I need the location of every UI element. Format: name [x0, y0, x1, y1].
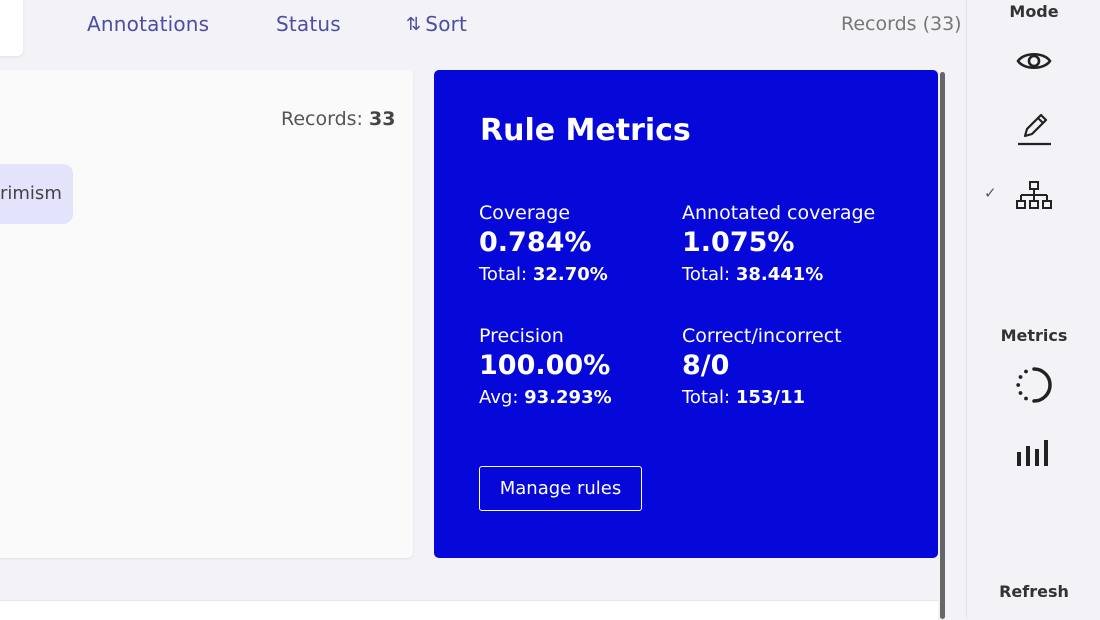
- manage-rules-button[interactable]: Manage rules: [479, 466, 642, 511]
- annotated-coverage-total: Total: 38.441%: [682, 264, 875, 285]
- records-total: Records (33): [841, 13, 962, 35]
- coverage-total: Total: 32.70%: [479, 264, 608, 285]
- coverage-total-value: 32.70%: [532, 264, 608, 285]
- scrollbar[interactable]: [940, 72, 945, 619]
- rule-metrics-panel: Rule Metrics Coverage 0.784% Total: 32.7…: [434, 70, 938, 558]
- pencil-icon[interactable]: [1014, 108, 1054, 148]
- records-count: Records: 33: [281, 108, 395, 130]
- annotated-coverage-metric: Annotated coverage 1.075% Total: 38.441%: [682, 202, 875, 285]
- sort-label: Sort: [425, 12, 468, 36]
- records-count-label: Records:: [281, 108, 363, 130]
- hierarchy-icon[interactable]: [1014, 176, 1054, 216]
- progress-circle-icon[interactable]: [1014, 365, 1054, 405]
- correct-incorrect-value: 8/0: [682, 350, 730, 381]
- metrics-heading: Metrics: [1000, 326, 1068, 345]
- refresh-heading[interactable]: Refresh: [967, 582, 1100, 601]
- coverage-total-label: Total:: [479, 264, 528, 285]
- right-sidebar: Mode ✓ Metrics Refresh: [966, 0, 1100, 619]
- precision-value: 100.00%: [479, 350, 611, 381]
- annotated-coverage-total-value: 38.441%: [735, 264, 824, 285]
- correct-incorrect-total-label: Total:: [682, 387, 731, 408]
- records-count-value: 33: [369, 108, 396, 130]
- annotated-coverage-label: Annotated coverage: [682, 202, 876, 224]
- correct-incorrect-total-value: 153/11: [735, 387, 806, 408]
- sort-button[interactable]: ⇅ Sort: [406, 12, 467, 36]
- sort-icon: ⇅: [406, 13, 422, 35]
- annotated-coverage-value: 1.075%: [682, 227, 795, 258]
- rule-chip-text: rimism: [0, 183, 62, 204]
- correct-incorrect-metric: Correct/incorrect 8/0 Total: 153/11: [682, 325, 842, 408]
- precision-label: Precision: [479, 325, 564, 347]
- coverage-metric: Coverage 0.784% Total: 32.70%: [479, 202, 608, 285]
- coverage-label: Coverage: [479, 202, 571, 224]
- mode-heading: Mode: [1009, 2, 1059, 21]
- precision-avg-label: Avg:: [479, 387, 519, 408]
- annotations-filter[interactable]: Annotations: [87, 12, 209, 36]
- precision-metric: Precision 100.00% Avg: 93.293%: [479, 325, 612, 408]
- records-list-edge: [0, 600, 938, 620]
- precision-avg: Avg: 93.293%: [479, 387, 612, 408]
- coverage-value: 0.784%: [479, 227, 592, 258]
- selected-mode-check-icon: ✓: [984, 184, 997, 202]
- bar-chart-icon[interactable]: [1014, 432, 1054, 472]
- precision-avg-value: 93.293%: [524, 387, 612, 408]
- records-card: [0, 70, 413, 558]
- correct-incorrect-label: Correct/incorrect: [682, 325, 842, 347]
- eye-icon[interactable]: [1014, 41, 1054, 81]
- rule-chip[interactable]: rimism: [0, 164, 73, 224]
- status-filter[interactable]: Status: [276, 12, 341, 36]
- annotated-coverage-total-label: Total:: [682, 264, 731, 285]
- rule-metrics-title: Rule Metrics: [480, 113, 691, 148]
- correct-incorrect-total: Total: 153/11: [682, 387, 842, 408]
- search-box-edge[interactable]: [0, 0, 23, 56]
